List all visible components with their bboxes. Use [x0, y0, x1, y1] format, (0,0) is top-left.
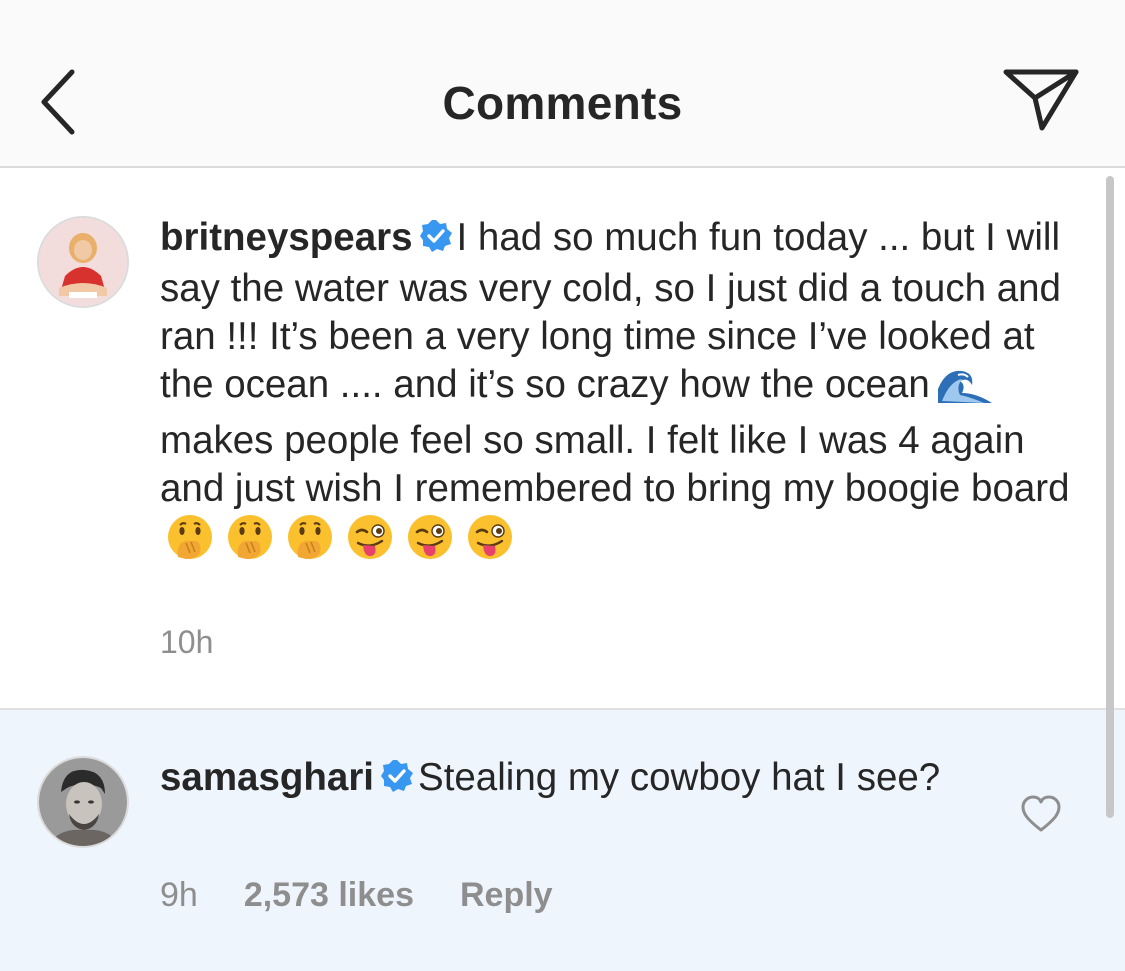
comment-meta: 9h 2,573 likes Reply: [160, 876, 599, 915]
like-button[interactable]: [1020, 794, 1062, 834]
caption-body-part2: makes people feel so small. I felt like …: [160, 419, 1070, 510]
scrollbar[interactable]: [1106, 176, 1114, 818]
winking-tongue-emoji-icon: [346, 513, 394, 573]
paper-plane-icon: [1003, 69, 1079, 131]
water-wave-emoji-icon: [935, 363, 994, 417]
caption-username[interactable]: britneyspears: [160, 216, 413, 259]
comment-text: samasghari Stealing my cowboy hat I see?: [160, 754, 980, 805]
caption-text: britneyspears I had so much fun today ...…: [160, 214, 1090, 573]
winking-tongue-emoji-icon: [466, 513, 514, 573]
heart-outline-icon: [1021, 795, 1061, 832]
comment-timestamp: 9h: [160, 876, 198, 914]
trailing-emojis: [160, 515, 520, 562]
hand-over-mouth-emoji-icon: [226, 513, 274, 573]
comment-item: samasghari Stealing my cowboy hat I see? …: [0, 710, 1125, 971]
share-button[interactable]: [1000, 64, 1084, 136]
reply-button[interactable]: Reply: [460, 876, 553, 914]
header-bar: Comments: [0, 0, 1125, 168]
comment-body: Stealing my cowboy hat I see?: [418, 756, 941, 799]
hand-over-mouth-emoji-icon: [166, 513, 214, 573]
page-title: Comments: [442, 77, 683, 129]
winking-tongue-emoji-icon: [406, 513, 454, 573]
avatar[interactable]: [37, 216, 129, 308]
avatar-image: [39, 218, 127, 306]
likes-count-link[interactable]: 2,573 likes: [244, 876, 414, 914]
verified-badge-icon: [419, 217, 453, 265]
caption-timestamp: 10h: [160, 624, 214, 660]
avatar-image: [39, 758, 127, 846]
hand-over-mouth-emoji-icon: [286, 513, 334, 573]
verified-badge-icon: [380, 757, 414, 805]
comment-username[interactable]: samasghari: [160, 756, 374, 799]
avatar[interactable]: [37, 756, 129, 848]
post-caption: britneyspears I had so much fun today ...…: [0, 168, 1125, 710]
